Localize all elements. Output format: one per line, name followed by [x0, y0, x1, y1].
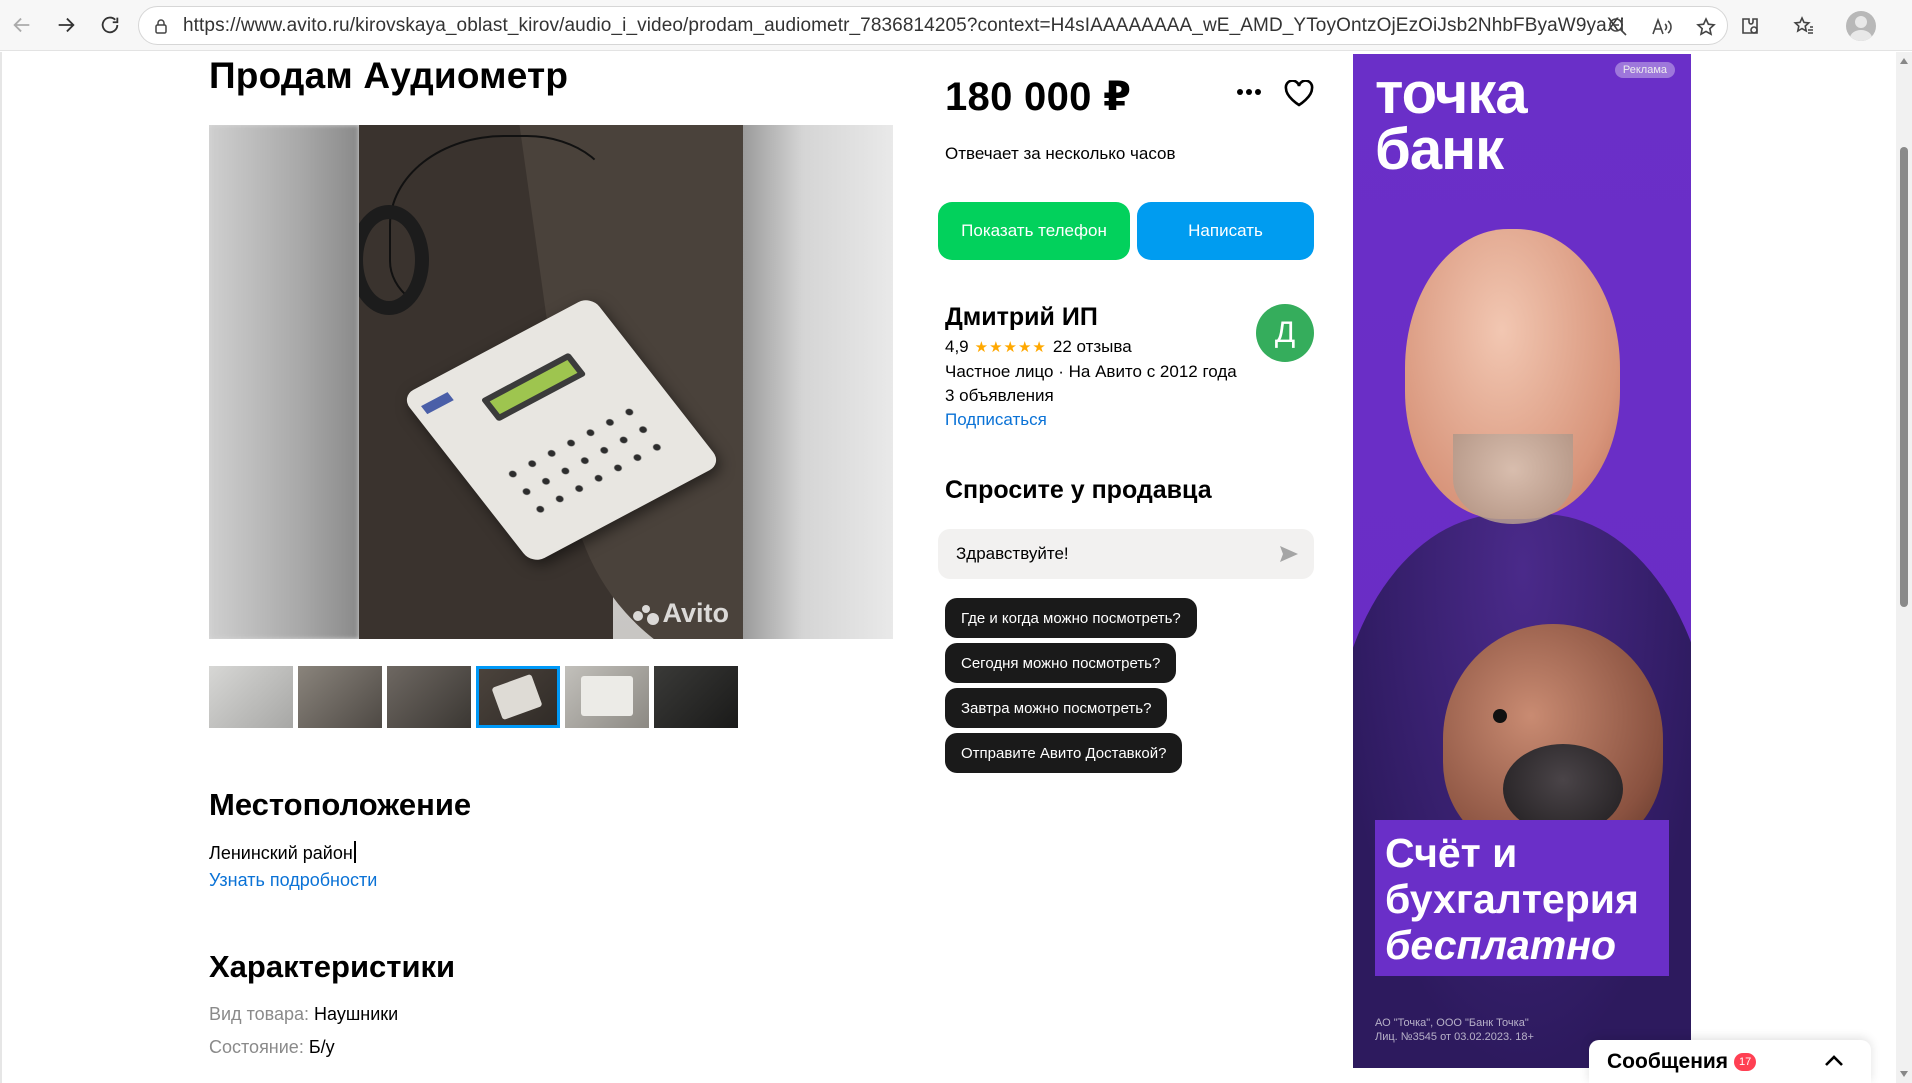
gallery-blur-left [209, 125, 359, 639]
scroll-up-icon[interactable] [1900, 58, 1908, 64]
avito-watermark: Avito [632, 598, 729, 629]
read-aloud-icon[interactable] [1651, 16, 1673, 38]
zoom-icon[interactable] [1607, 16, 1629, 38]
more-options-icon[interactable] [1234, 77, 1264, 107]
thumbnail[interactable] [654, 666, 738, 728]
quick-question-chip[interactable]: Отправите Авито Доставкой? [945, 733, 1183, 773]
spec-row: Вид товара: Наушники [209, 1004, 399, 1024]
thumbnail[interactable] [298, 666, 382, 728]
message-input[interactable]: Здравствуйте! [938, 529, 1314, 579]
photo-gallery[interactable]: Avito [209, 125, 893, 639]
favorite-star-icon[interactable] [1695, 16, 1717, 38]
quick-question-chip[interactable]: Где и когда можно посмотреть? [945, 598, 1197, 638]
main-photo[interactable]: Avito [359, 125, 743, 639]
price: 180 000 ₽ [945, 75, 1132, 119]
quick-question-chip[interactable]: Сегодня можно посмотреть? [945, 643, 1177, 683]
send-icon[interactable] [1278, 543, 1300, 565]
unread-badge: 17 [1734, 1052, 1757, 1071]
quick-question-chip[interactable]: Завтра можно посмотреть? [945, 688, 1168, 728]
ad-slogan: Счёт и бухгалтерия бесплатно [1375, 820, 1669, 976]
page-scrollbar[interactable] [1896, 52, 1912, 1083]
thumbnail[interactable] [209, 666, 293, 728]
favorites-icon[interactable] [1792, 14, 1816, 38]
location-text: Ленинский район [209, 841, 356, 864]
thumbnail[interactable] [387, 666, 471, 728]
heart-icon[interactable] [1284, 78, 1314, 108]
rating-stars-icon: ★★★★★ [974, 339, 1047, 356]
reload-icon[interactable] [88, 3, 132, 47]
location-heading: Местоположение [209, 787, 472, 822]
messages-panel[interactable]: Сообщения 17 [1589, 1040, 1871, 1083]
ad-label: Реклама [1614, 62, 1675, 78]
seller-name[interactable]: Дмитрий ИП [945, 303, 1098, 332]
chevron-up-icon[interactable] [1823, 1052, 1845, 1070]
ad-legal-text: АО "Точка", ООО "Банк Точка" Лиц. №3545 … [1375, 1017, 1534, 1043]
thumbnail-active[interactable] [476, 666, 560, 728]
browser-toolbar: https://www.avito.ru/kirovskaya_oblast_k… [0, 0, 1912, 51]
seller-ads-count[interactable]: 3 объявления [945, 386, 1054, 406]
back-icon[interactable] [0, 3, 44, 47]
scrollbar-thumb[interactable] [1900, 147, 1908, 607]
thumbnail-strip [209, 666, 738, 728]
extensions-icon[interactable] [1738, 14, 1762, 38]
ad-banner[interactable]: Реклама точка банк Счёт и бухгалтерия бе… [1353, 54, 1691, 1068]
ask-seller-heading: Спросите у продавца [945, 476, 1212, 504]
page-title: Продам Аудиометр [209, 55, 569, 96]
gallery-blur-right [743, 125, 893, 639]
scroll-down-icon[interactable] [1900, 1071, 1908, 1077]
location-details-link[interactable]: Узнать подробности [209, 870, 377, 891]
lock-icon [155, 18, 167, 34]
spec-row: Состояние: Б/у [209, 1037, 335, 1057]
write-button[interactable]: Написать [1137, 202, 1314, 260]
response-time: Отвечает за несколько часов [945, 144, 1176, 163]
seller-type: Частное лицо · На Авито с 2012 года [945, 362, 1237, 381]
url-text[interactable]: https://www.avito.ru/kirovskaya_oblast_k… [183, 15, 1623, 37]
address-bar[interactable]: https://www.avito.ru/kirovskaya_oblast_k… [138, 6, 1728, 45]
tochka-bank-logo: точка банк [1375, 61, 1528, 182]
subscribe-link[interactable]: Подписаться [945, 410, 1047, 430]
thumbnail[interactable] [565, 666, 649, 728]
listing-page: Продам Аудиометр Avito Местоположение Ле… [0, 52, 1896, 1083]
seller-rating[interactable]: 4,9 ★★★★★ 22 отзыва [945, 337, 1132, 357]
specs-heading: Характеристики [209, 949, 456, 984]
forward-icon[interactable] [44, 3, 88, 47]
seller-avatar[interactable]: Д [1256, 304, 1314, 362]
profile-avatar[interactable] [1846, 10, 1876, 41]
show-phone-button[interactable]: Показать телефон [938, 202, 1130, 260]
